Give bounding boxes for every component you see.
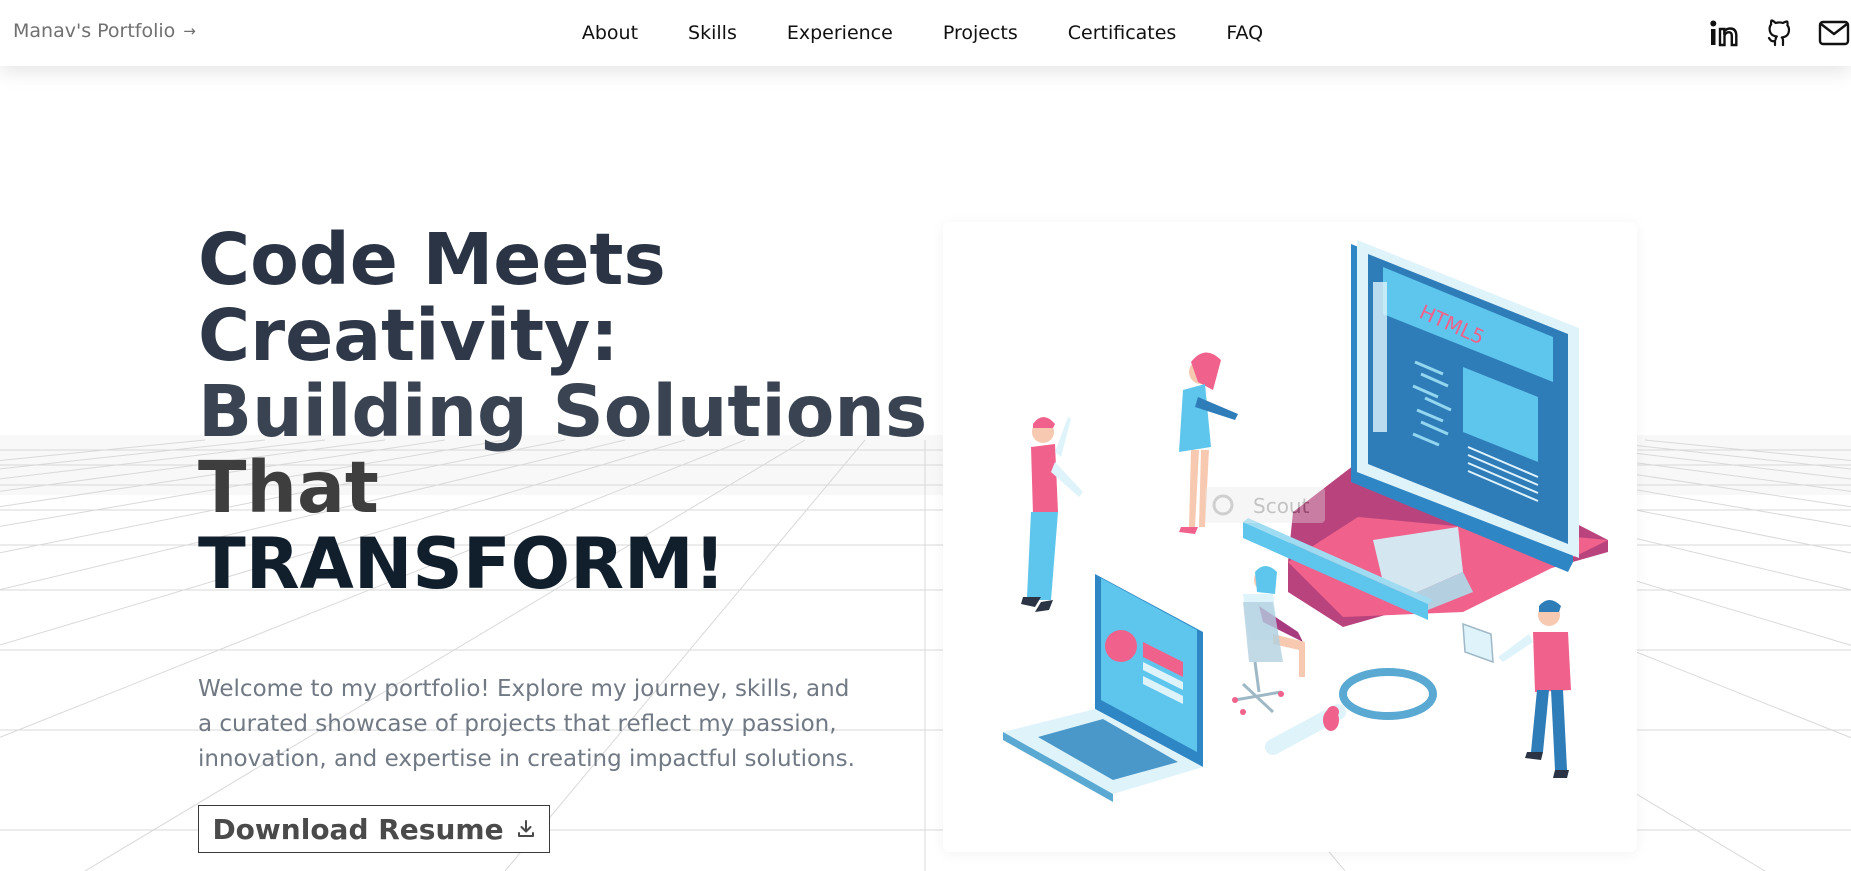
download-resume-label: Download Resume — [212, 812, 504, 846]
download-resume-button[interactable]: Download Resume — [198, 805, 550, 853]
social-links — [1707, 16, 1851, 50]
mail-icon[interactable] — [1817, 16, 1851, 50]
hero-intro: Welcome to my portfolio! Explore my jour… — [198, 676, 855, 772]
main-nav: About Skills Experience Projects Certifi… — [0, 0, 1851, 66]
arrow-right-icon: → — [183, 22, 196, 40]
hero-title: Code Meets Creativity: Building Solution… — [198, 218, 928, 605]
hero-title-line: Code Meets — [198, 218, 666, 301]
top-navbar: Manav's Portfolio → About Skills Experie… — [0, 0, 1851, 66]
watermark-text: Scout — [1253, 494, 1310, 518]
github-icon[interactable] — [1762, 16, 1796, 50]
brand-label: Manav's Portfolio — [13, 20, 176, 42]
nav-faq[interactable]: FAQ — [1226, 22, 1263, 44]
nav-skills[interactable]: Skills — [688, 22, 737, 44]
linkedin-icon[interactable] — [1707, 16, 1741, 50]
nav-certificates[interactable]: Certificates — [1068, 22, 1177, 44]
hero-illustration: HTML5 Scout — [943, 222, 1637, 852]
hero-title-line: Building Solutions — [198, 370, 928, 453]
brand-link[interactable]: Manav's Portfolio → — [13, 20, 196, 42]
hero-title-highlight: TRANSFORM! — [198, 523, 726, 605]
nav-about[interactable]: About — [582, 22, 638, 44]
nav-projects[interactable]: Projects — [943, 22, 1018, 44]
hero-title-line: That — [198, 446, 379, 529]
download-icon — [516, 813, 536, 846]
nav-experience[interactable]: Experience — [787, 22, 893, 44]
hero-title-line: Creativity: — [198, 294, 619, 377]
